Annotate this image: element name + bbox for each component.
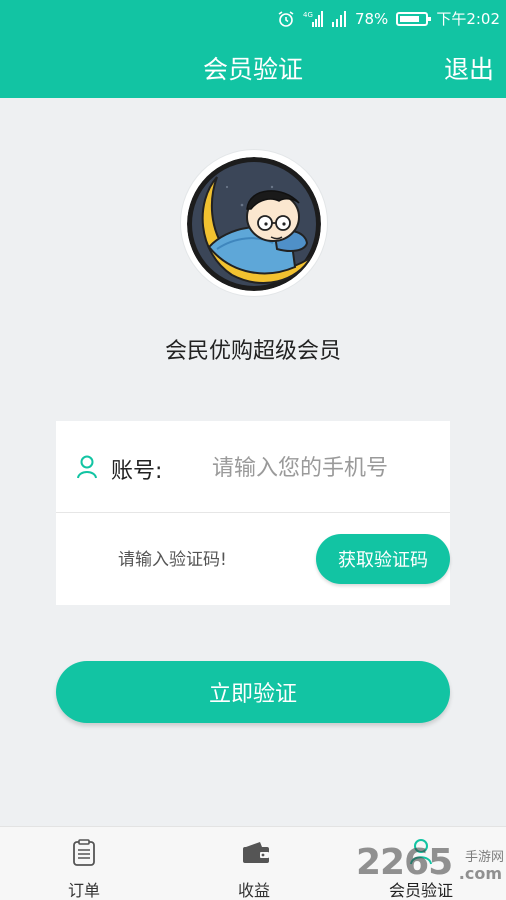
nav-label-earnings: 收益 — [237, 881, 270, 900]
status-bar: 4G 78% 下午2:02 — [0, 0, 506, 36]
user-icon — [77, 455, 97, 479]
nav-label-orders: 订单 — [67, 881, 100, 900]
logout-button[interactable]: 退出 — [444, 50, 494, 86]
form-divider — [56, 512, 450, 513]
svg-text:4G: 4G — [303, 11, 313, 19]
signal-4g-icon: 4G — [303, 10, 323, 27]
watermark-site: 手游网 — [464, 850, 504, 865]
verification-code-input[interactable] — [118, 544, 298, 576]
member-name: 会民优购超级会员 — [164, 339, 341, 364]
battery-icon — [396, 11, 432, 26]
cartoon-avatar-image — [187, 157, 321, 291]
app-header: 4G 78% 下午2:02 会员验证 退出 — [0, 0, 506, 98]
wallet-icon — [243, 842, 269, 863]
orders-icon — [73, 839, 95, 866]
title-bar: 会员验证 退出 — [0, 44, 506, 92]
phone-input[interactable] — [212, 450, 442, 486]
alarm-icon — [278, 10, 294, 27]
watermark-domain: .com — [458, 864, 502, 883]
watermark-number: 2265 — [356, 842, 453, 883]
get-code-button[interactable]: 获取验证码 — [316, 534, 450, 584]
watermark-logo: 2265 手游网 .com — [356, 842, 506, 892]
clock: 下午2:02 — [436, 10, 500, 28]
nav-item-earnings[interactable]: 收益 — [209, 835, 299, 900]
account-label: 账号: — [111, 459, 163, 484]
nav-item-orders[interactable]: 订单 — [39, 835, 129, 900]
signal-icon — [331, 10, 346, 27]
avatar — [187, 157, 321, 291]
verify-button[interactable]: 立即验证 — [56, 661, 450, 723]
battery-percent: 78% — [354, 9, 389, 28]
page-title: 会员验证 — [202, 55, 303, 84]
